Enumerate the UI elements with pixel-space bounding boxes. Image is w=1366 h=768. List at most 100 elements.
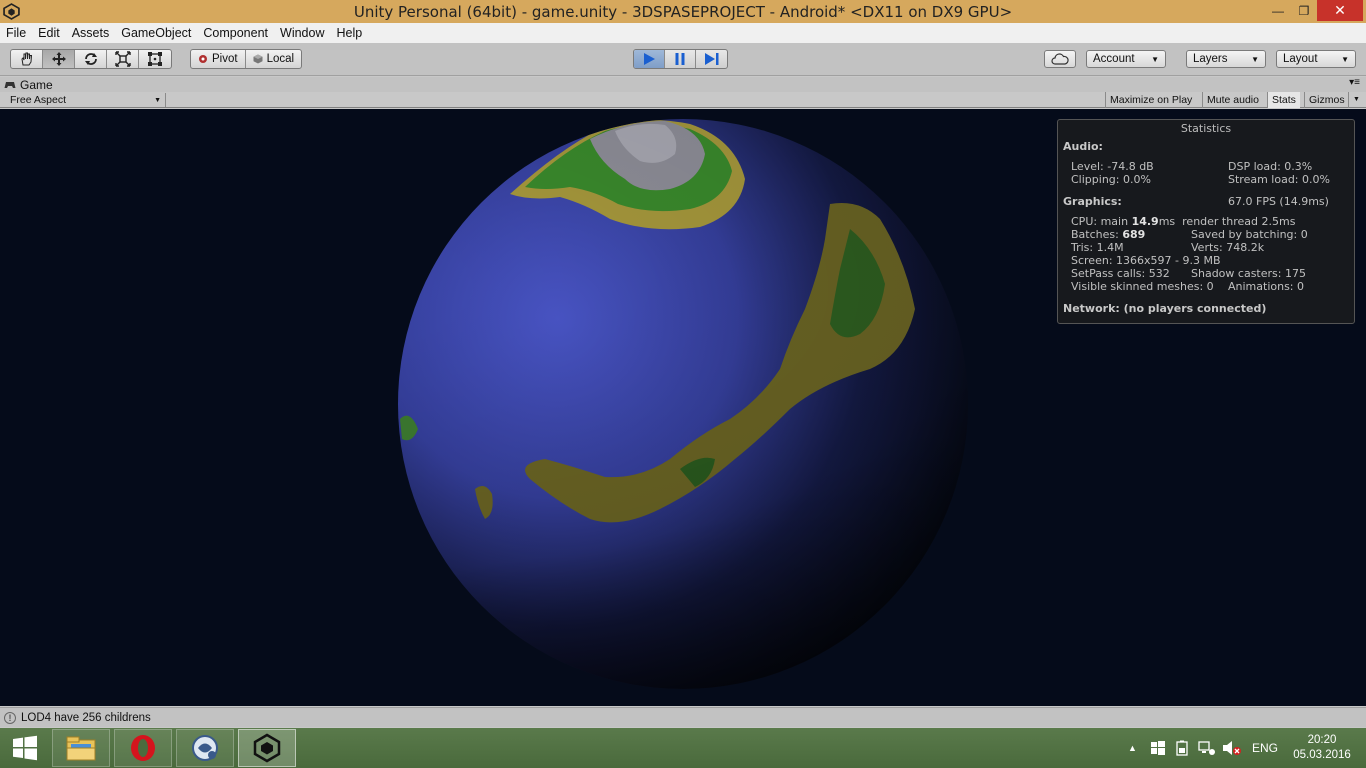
clock-date: 05.03.2016 bbox=[1293, 749, 1351, 761]
animations-count: Animations: 0 bbox=[1228, 280, 1305, 293]
taskbar-file-explorer[interactable] bbox=[52, 729, 110, 767]
cloud-icon bbox=[1051, 53, 1069, 65]
chevron-down-icon[interactable]: ▼ bbox=[1348, 92, 1364, 108]
taskbar-app[interactable] bbox=[176, 729, 234, 767]
minimize-button[interactable]: — bbox=[1265, 0, 1291, 21]
scale-tool-button[interactable] bbox=[107, 50, 139, 68]
local-button[interactable]: Local bbox=[246, 50, 301, 68]
mute-audio-toggle[interactable]: Mute audio bbox=[1202, 92, 1263, 108]
tray-battery[interactable] bbox=[1175, 728, 1189, 768]
info-icon: ! bbox=[4, 711, 16, 724]
start-button[interactable] bbox=[0, 729, 50, 767]
tray-volume[interactable] bbox=[1222, 728, 1242, 768]
menu-assets[interactable]: Assets bbox=[66, 26, 116, 40]
stats-toggle[interactable]: Stats bbox=[1267, 92, 1300, 108]
status-message: LOD4 have 256 childrens bbox=[21, 711, 151, 724]
pivot-toggle-group: Pivot Local bbox=[190, 49, 303, 69]
verts-count: Verts: 748.2k bbox=[1191, 241, 1265, 254]
move-arrows-icon bbox=[51, 52, 66, 66]
game-viewport[interactable]: Statistics Audio: Level: -74.8 dB DSP lo… bbox=[0, 109, 1366, 706]
pause-button[interactable] bbox=[665, 50, 696, 68]
pivot-label: Pivot bbox=[212, 53, 238, 65]
window-title: Unity Personal (64bit) - game.unity - 3D… bbox=[353, 3, 1013, 21]
aspect-dropdown[interactable]: Free Aspect ▼ bbox=[5, 93, 166, 107]
batches: Batches: 689 bbox=[1071, 228, 1145, 241]
cpu-timing: CPU: main 14.9ms render thread 2.5ms bbox=[1071, 215, 1295, 228]
menu-file[interactable]: File bbox=[0, 26, 32, 40]
volume-muted-icon bbox=[1223, 741, 1241, 755]
rotate-tool-button[interactable] bbox=[75, 50, 107, 68]
tris-count: Tris: 1.4M bbox=[1071, 241, 1124, 254]
account-dropdown[interactable]: Account ▼ bbox=[1086, 50, 1166, 68]
menu-help[interactable]: Help bbox=[330, 26, 368, 40]
maximize-button[interactable]: ❐ bbox=[1291, 0, 1317, 21]
tab-game[interactable]: Game bbox=[4, 77, 53, 92]
rect-tool-button[interactable] bbox=[139, 50, 171, 68]
game-panel-tabbar: Game ▾≡ bbox=[0, 77, 1366, 92]
menu-bar: File Edit Assets GameObject Component Wi… bbox=[0, 23, 1366, 43]
audio-clipping: Clipping: 0.0% bbox=[1071, 173, 1151, 186]
layout-label: Layout bbox=[1283, 53, 1318, 65]
menu-edit[interactable]: Edit bbox=[32, 26, 66, 40]
menu-component[interactable]: Component bbox=[197, 26, 274, 40]
flag-icon bbox=[1151, 741, 1165, 755]
hand-icon bbox=[20, 52, 32, 66]
step-button[interactable] bbox=[696, 50, 727, 68]
hand-tool-button[interactable] bbox=[11, 50, 43, 68]
chevron-up-icon: ▲ bbox=[1128, 743, 1137, 753]
gizmos-dropdown[interactable]: Gizmos bbox=[1304, 92, 1349, 108]
game-tab-label: Game bbox=[20, 77, 53, 92]
play-button[interactable] bbox=[634, 50, 665, 68]
cpu-suffix: ms render thread 2.5ms bbox=[1158, 215, 1296, 228]
batches-value: 689 bbox=[1122, 228, 1146, 241]
cloud-services-button[interactable] bbox=[1044, 50, 1076, 68]
move-tool-button[interactable] bbox=[43, 50, 75, 68]
tray-action-center[interactable] bbox=[1150, 728, 1166, 768]
audio-header: Audio: bbox=[1063, 140, 1103, 153]
dsp-load: DSP load: 0.3% bbox=[1228, 160, 1313, 173]
local-label: Local bbox=[266, 53, 295, 65]
chevron-down-icon: ▼ bbox=[1341, 54, 1349, 64]
screen-info: Screen: 1366x597 - 9.3 MB bbox=[1071, 254, 1221, 267]
unity-icon bbox=[253, 733, 281, 763]
chevron-down-icon: ▼ bbox=[154, 96, 161, 104]
shadow-casters: Shadow casters: 175 bbox=[1191, 267, 1306, 280]
skinned-meshes: Visible skinned meshes: 0 bbox=[1071, 280, 1214, 293]
panel-menu-icon[interactable]: ▾≡ bbox=[1349, 77, 1360, 88]
language-indicator[interactable]: ENG bbox=[1252, 741, 1278, 755]
file-explorer-icon bbox=[66, 736, 96, 761]
statistics-panel: Statistics Audio: Level: -74.8 dB DSP lo… bbox=[1057, 119, 1355, 324]
close-button[interactable]: ✕ bbox=[1317, 0, 1363, 21]
opera-icon bbox=[131, 735, 155, 761]
taskbar-unity[interactable] bbox=[238, 729, 296, 767]
menu-window[interactable]: Window bbox=[274, 26, 330, 40]
pivot-button[interactable]: Pivot bbox=[191, 50, 246, 68]
network-status: Network: (no players connected) bbox=[1063, 302, 1267, 315]
title-bar: Unity Personal (64bit) - game.unity - 3D… bbox=[0, 0, 1366, 23]
transform-tools bbox=[10, 49, 172, 69]
aspect-label: Free Aspect bbox=[10, 94, 67, 106]
layout-dropdown[interactable]: Layout ▼ bbox=[1276, 50, 1356, 68]
account-label: Account bbox=[1093, 53, 1135, 65]
layers-label: Layers bbox=[1193, 53, 1228, 65]
step-forward-icon bbox=[704, 53, 718, 65]
game-controller-icon bbox=[4, 81, 16, 88]
maximize-on-play-toggle[interactable]: Maximize on Play bbox=[1105, 92, 1196, 108]
cpu-main-value: 14.9 bbox=[1131, 215, 1159, 228]
graphics-header: Graphics: bbox=[1063, 195, 1122, 208]
tray-show-hidden[interactable]: ▲ bbox=[1128, 728, 1137, 768]
tray-network[interactable] bbox=[1198, 728, 1216, 768]
taskbar-opera[interactable] bbox=[114, 729, 172, 767]
fps-readout: 67.0 FPS (14.9ms) bbox=[1228, 195, 1329, 208]
menu-gameobject[interactable]: GameObject bbox=[115, 26, 197, 40]
audio-level: Level: -74.8 dB bbox=[1071, 160, 1154, 173]
taskbar-clock[interactable]: 20:20 05.03.2016 bbox=[1292, 733, 1352, 763]
console-status-bar[interactable]: ! LOD4 have 256 childrens bbox=[0, 707, 1366, 727]
network-icon bbox=[1198, 741, 1215, 755]
pivot-icon bbox=[199, 55, 207, 63]
windows-start-icon bbox=[13, 735, 37, 761]
chevron-down-icon: ▼ bbox=[1151, 54, 1159, 64]
battery-icon bbox=[1176, 740, 1188, 756]
layers-dropdown[interactable]: Layers ▼ bbox=[1186, 50, 1266, 68]
app-icon bbox=[192, 735, 218, 761]
